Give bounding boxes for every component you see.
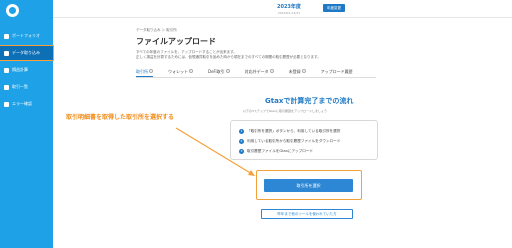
annotation-arrow bbox=[175, 127, 255, 176]
